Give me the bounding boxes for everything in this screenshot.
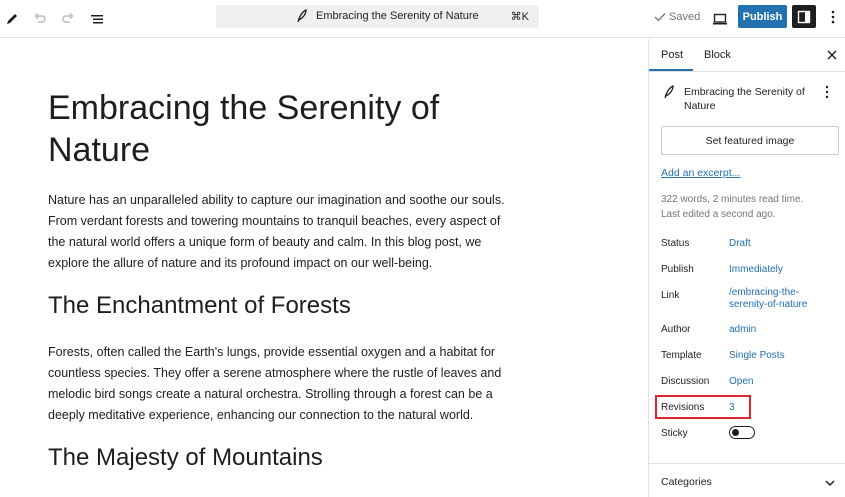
panel-divider	[649, 463, 845, 464]
active-tab-indicator	[649, 69, 693, 71]
shortcut-label: ⌘K	[510, 11, 529, 23]
discussion-label: Discussion	[661, 376, 710, 387]
command-title: Embracing the Serenity of Nature	[316, 10, 479, 22]
post-title[interactable]: Embracing the Serenity of Nature	[48, 87, 508, 171]
forests-paragraph[interactable]: Forests, often called the Earth's lungs,…	[48, 342, 518, 426]
command-palette[interactable]: Embracing the Serenity of Nature ⌘K	[216, 5, 539, 28]
editor-canvas[interactable]: Embracing the Serenity of Nature Nature …	[0, 39, 648, 497]
categories-panel-title[interactable]: Categories	[661, 476, 712, 488]
intro-paragraph[interactable]: Nature has an unparalleled ability to ca…	[48, 190, 518, 274]
set-featured-image-button[interactable]: Set featured image	[661, 126, 839, 155]
publish-button[interactable]: Publish	[738, 5, 787, 28]
author-value[interactable]: admin	[729, 324, 756, 336]
status-label: Status	[661, 238, 690, 249]
revisions-label: Revisions	[661, 402, 705, 413]
editor-toolbar: Embracing the Serenity of Nature ⌘K Save…	[0, 0, 845, 38]
undo-icon[interactable]	[28, 7, 52, 31]
list-view-icon[interactable]	[85, 7, 109, 31]
publish-label: Publish	[661, 264, 694, 275]
saved-label: Saved	[669, 11, 701, 23]
heading-forests[interactable]: The Enchantment of Forests	[48, 291, 351, 321]
tab-post[interactable]: Post	[661, 49, 683, 61]
sticky-toggle[interactable]	[729, 426, 755, 439]
publish-value[interactable]: Immediately	[729, 264, 783, 276]
post-type-feather-icon	[663, 84, 675, 104]
sidebar-panel-icon	[797, 10, 811, 23]
last-edited: Last edited a second ago.	[661, 209, 776, 220]
pencil-icon[interactable]	[0, 7, 24, 31]
more-options-icon[interactable]	[823, 7, 843, 27]
feather-icon	[296, 8, 308, 28]
toggle-knob	[732, 428, 739, 436]
discussion-value[interactable]: Open	[729, 376, 753, 388]
settings-sidebar-toggle[interactable]	[792, 5, 816, 28]
close-icon[interactable]	[825, 48, 839, 62]
chevron-down-icon[interactable]	[824, 476, 836, 488]
author-label: Author	[661, 324, 691, 335]
status-value[interactable]: Draft	[729, 238, 751, 250]
settings-sidebar: Post Block Embracing the Serenity of Nat…	[648, 39, 845, 497]
redo-icon[interactable]	[56, 7, 80, 31]
document-actions-icon[interactable]	[825, 85, 837, 99]
link-label: Link	[661, 290, 680, 301]
revisions-value[interactable]: 3	[729, 402, 735, 414]
preview-device-icon[interactable]	[708, 7, 732, 31]
add-excerpt-link[interactable]: Add an excerpt...	[661, 167, 740, 179]
template-label: Template	[661, 350, 702, 361]
template-value[interactable]: Single Posts	[729, 350, 785, 362]
check-icon	[654, 13, 666, 22]
document-title: Embracing the Serenity of Nature	[684, 86, 805, 112]
saved-status: Saved	[654, 11, 700, 23]
heading-mountains[interactable]: The Majesty of Mountains	[48, 443, 323, 473]
sidebar-tabs: Post Block	[649, 39, 845, 72]
word-count: 322 words, 2 minutes read time.	[661, 194, 804, 205]
sticky-label: Sticky	[661, 428, 688, 439]
tab-block[interactable]: Block	[704, 49, 731, 61]
link-value[interactable]: /embracing-the-serenity-of-nature	[729, 287, 829, 311]
